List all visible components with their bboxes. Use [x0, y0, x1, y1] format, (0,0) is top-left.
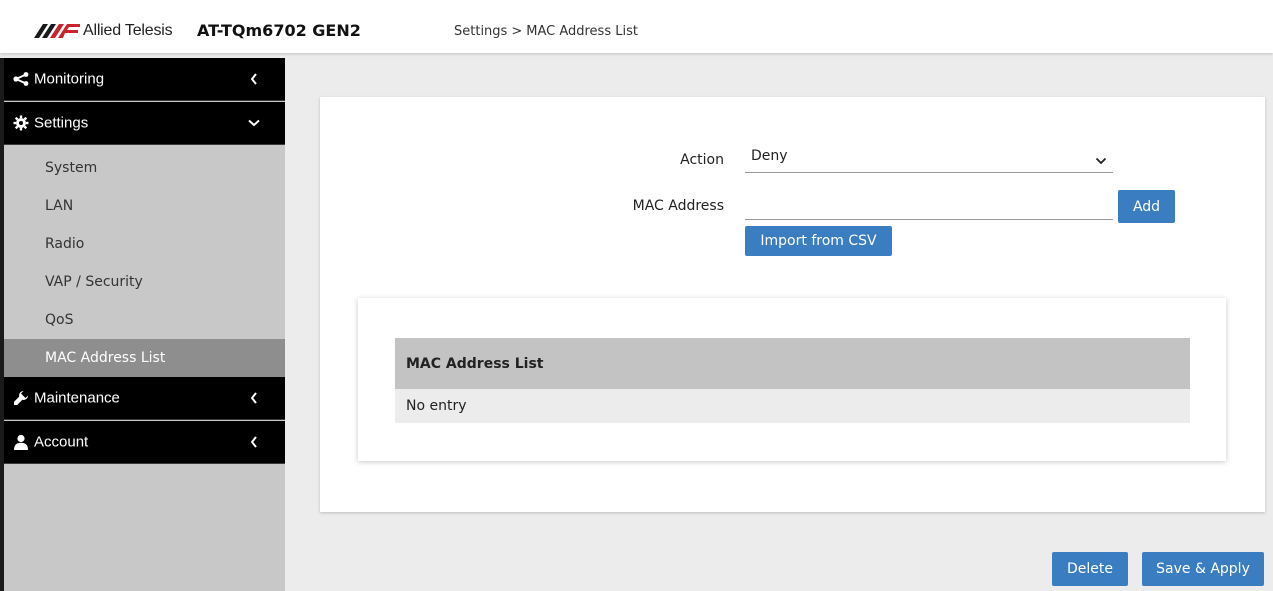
sidebar-item-lan[interactable]: LAN — [4, 187, 285, 225]
breadcrumb-item-settings[interactable]: Settings — [454, 24, 507, 39]
sidebar-section-label: Maintenance — [34, 389, 120, 407]
chevron-left-icon — [248, 392, 260, 404]
action-select[interactable]: Deny — [745, 143, 1113, 173]
sidebar-section-label: Monitoring — [34, 70, 105, 88]
gear-icon — [12, 115, 30, 131]
breadcrumb: Settings > MAC Address List — [454, 24, 638, 39]
top-header: Allied Telesis AT-TQm6702 GEN2 Settings >… — [0, 0, 1273, 53]
sidebar-item-mac-address-list[interactable]: MAC Address List — [4, 339, 285, 377]
share-icon — [12, 71, 30, 87]
sidebar-item-qos[interactable]: QoS — [4, 301, 285, 339]
chevron-down-icon — [248, 117, 260, 129]
save-apply-button[interactable]: Save & Apply — [1142, 552, 1264, 586]
sidebar-section-label: Account — [34, 433, 89, 451]
mac-address-input[interactable] — [745, 190, 1113, 220]
logo-mark-icon — [34, 24, 80, 38]
sidebar-section-monitoring[interactable]: Monitoring — [4, 58, 285, 101]
breadcrumb-item-current: MAC Address List — [526, 24, 638, 39]
breadcrumb-separator: > — [511, 24, 523, 39]
sidebar-item-radio[interactable]: Radio — [4, 225, 285, 263]
user-icon — [12, 434, 30, 450]
device-model: AT-TQm6702 GEN2 — [197, 21, 361, 40]
chevron-down-icon — [1095, 151, 1107, 165]
chevron-left-icon — [248, 73, 260, 85]
action-label: Action — [680, 152, 724, 168]
action-select-value: Deny — [751, 148, 788, 164]
delete-button[interactable]: Delete — [1052, 552, 1128, 586]
wrench-icon — [12, 390, 30, 406]
mac-address-label: MAC Address — [632, 198, 724, 214]
sidebar-section-settings[interactable]: Settings — [4, 102, 285, 145]
add-button[interactable]: Add — [1118, 190, 1175, 223]
sidebar-item-vap-security[interactable]: VAP / Security — [4, 263, 285, 301]
sidebar-section-maintenance[interactable]: Maintenance — [4, 377, 285, 420]
sidebar-section-label: Settings — [34, 114, 89, 132]
chevron-left-icon — [248, 436, 260, 448]
allied-telesis-logo — [34, 22, 80, 40]
import-csv-button[interactable]: Import from CSV — [745, 226, 892, 256]
sidebar-section-account[interactable]: Account — [4, 421, 285, 464]
brand-name: Allied Telesis — [83, 22, 173, 39]
table-header: MAC Address List — [395, 338, 1190, 389]
table-row: No entry — [395, 389, 1190, 423]
sidebar-item-system[interactable]: System — [4, 149, 285, 187]
